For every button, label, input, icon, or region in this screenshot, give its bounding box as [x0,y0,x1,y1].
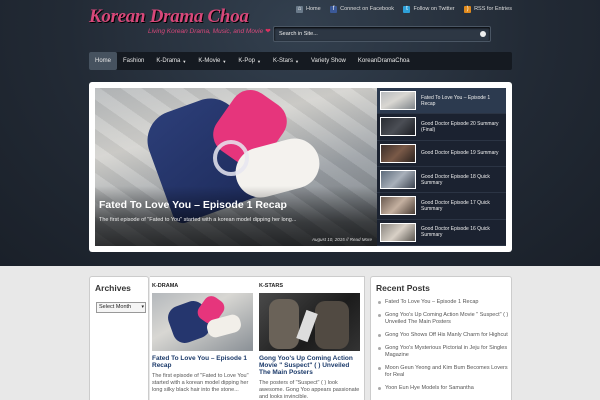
slider-item[interactable]: Good Doctor Episode 19 Summary [377,141,506,167]
category-column-k-stars: K-STARS Gong Yoo's Up Coming Action Movi… [259,283,360,400]
slider-item-title: Good Doctor Episode 17 Quick Summary [421,199,490,212]
caret-down-icon: ▼ [257,58,261,64]
caret-down-icon: ▼ [222,58,227,64]
recent-post-link[interactable]: Yoon Eun Hye Models for Samantha [378,385,511,392]
nav-label: KoreanDramaChoa [357,58,410,64]
category-column-k-drama: K-DRAMA Fated To Love You – Episode 1 Re… [152,283,253,394]
recent-posts-list: Fated To Love You – Episode 1 Recap Gong… [378,299,511,392]
featured-slider: Fated To Love You – Episode 1 Recap The … [89,82,512,252]
slider-item-title: Fated To Love You – Episode 1 Recap [421,94,491,107]
featured-image[interactable]: Fated To Love You – Episode 1 Recap The … [95,88,377,246]
category-posts: K-DRAMA Fated To Love You – Episode 1 Re… [150,276,365,400]
slider-item-title: Good Doctor Episode 20 Summary (Final) [421,120,499,133]
post-thumbnail[interactable] [152,293,253,351]
archives-select-value: Select Month [99,304,132,310]
rss-icon: ) [464,5,472,13]
top-link-label: Connect on Facebook [340,6,394,12]
post-excerpt: The posters of "Suspect" ( ) look awesom… [259,380,360,400]
recent-post-link[interactable]: Gong Yoo Shows Off His Manly Charm for H… [378,332,511,339]
read-more-link[interactable]: Read More [350,237,372,242]
tagline-text: Living Korean Drama, Music, and Movie [148,28,264,35]
nav-item-k-drama[interactable]: K-Drama ▼ [150,52,192,70]
recent-post-link[interactable]: Gong Yoo's Up Coming Action Movie " Susp… [378,312,511,326]
recent-posts-widget: Recent Posts Fated To Love You – Episode… [370,276,512,400]
site-tagline: Living Korean Drama, Music, and Movie ❤ [148,27,271,35]
slider-item[interactable]: Good Doctor Episode 20 Summary (Final) [377,114,506,141]
caret-down-icon: ▼ [182,58,187,64]
twitter-icon: t [403,5,411,13]
main-nav: Home Fashion K-Drama ▼ K-Movie ▼ K-Pop ▼ K-… [89,52,512,70]
search-box [273,26,491,42]
thumb-figure [315,301,349,349]
nav-label: K-Pop [238,58,256,64]
search-button[interactable] [480,31,486,37]
top-link-home[interactable]: ⌂ Home [296,5,321,13]
slider-item-title: Good Doctor Episode 19 Summary [421,150,499,157]
chevron-down-icon: ▾ [141,304,144,310]
nav-item-home[interactable]: Home [89,52,118,70]
thumb-figure [269,299,299,349]
nav-item-koreandramachoa[interactable]: KoreanDramaChoa [352,52,416,70]
nav-item-variety-show[interactable]: Variety Show [305,52,352,70]
featured-excerpt: The first episode of "Fated to You" star… [99,217,297,223]
thumb-image [380,222,416,242]
facebook-icon: f [330,5,338,13]
nav-item-fashion[interactable]: Fashion [117,52,150,70]
top-link-label: Home [306,6,321,12]
archives-title: Archives [95,283,131,293]
top-link-facebook[interactable]: f Connect on Facebook [330,5,394,13]
post-title[interactable]: Gong Yoo's Up Coming Action Movie " Susp… [259,355,360,376]
thumb-image [380,196,416,216]
slider-item-title: Good Doctor Episode 16 Quick Summary [421,226,490,239]
slider-item-title: Good Doctor Episode 18 Quick Summary [421,173,490,186]
caret-down-icon: ▼ [295,58,299,64]
recent-post-link[interactable]: Fated To Love You – Episode 1 Recap [378,299,511,306]
slider-item[interactable]: Good Doctor Episode 18 Quick Summary [377,167,506,194]
nav-item-k-stars[interactable]: K-Stars ▼ [267,52,305,70]
thumb-image [380,117,416,137]
top-link-label: RSS for Entries [474,6,512,12]
nav-item-k-movie[interactable]: K-Movie ▼ [192,52,232,70]
featured-meta: August 10, 2015 // Read More [311,237,372,242]
nav-label: Fashion [123,58,145,64]
top-link-label: Follow on Twitter [413,6,455,12]
post-excerpt: The first episode of "Fated to Love You"… [152,373,249,393]
post-title[interactable]: Fated To Love You – Episode 1 Recap [152,355,253,369]
slider-item[interactable]: Good Doctor Episode 17 Quick Summary [377,193,506,220]
slider-item[interactable]: Fated To Love You – Episode 1 Recap [377,88,506,115]
slider-thumbnails: Fated To Love You – Episode 1 Recap Good… [377,88,506,246]
slider-item[interactable]: Good Doctor Episode 16 Quick Summary [377,220,506,246]
featured-title[interactable]: Fated To Love You – Episode 1 Recap [99,199,287,211]
thumb-image [380,170,416,190]
post-thumbnail[interactable] [259,293,360,351]
nav-item-k-pop[interactable]: K-Pop ▼ [232,52,267,70]
thumb-image [380,91,416,111]
heart-icon: ❤ [265,28,271,35]
archives-widget: Archives Select Month ▾ [89,276,149,400]
top-link-twitter[interactable]: t Follow on Twitter [403,5,455,13]
nav-label: Home [95,58,112,64]
nav-label: Variety Show [310,58,346,64]
top-links: ⌂ Home f Connect on Facebook t Follow on Tw… [296,4,512,14]
category-heading[interactable]: K-STARS [259,283,360,289]
home-icon: ⌂ [296,5,303,13]
featured-date: August 10, 2015 [311,237,345,242]
nav-label: K-Movie [198,58,221,64]
top-link-rss[interactable]: ) RSS for Entries [464,5,512,13]
recent-posts-title: Recent Posts [376,283,430,293]
recent-post-link[interactable]: Gong Yoo's Mysterious Pictorial in Jeju … [378,345,511,359]
recent-post-link[interactable]: Moon Geun Yeong and Kim Bum Becomes Love… [378,365,511,379]
search-input[interactable] [274,27,474,41]
site-logo[interactable]: Korean Drama Choa [89,6,249,28]
thumb-image [380,143,416,163]
category-heading[interactable]: K-DRAMA [152,283,253,289]
nav-label: K-Stars [273,58,294,64]
archives-select[interactable]: Select Month ▾ [96,302,146,313]
hero-ring [213,140,249,176]
nav-label: K-Drama [156,58,181,64]
